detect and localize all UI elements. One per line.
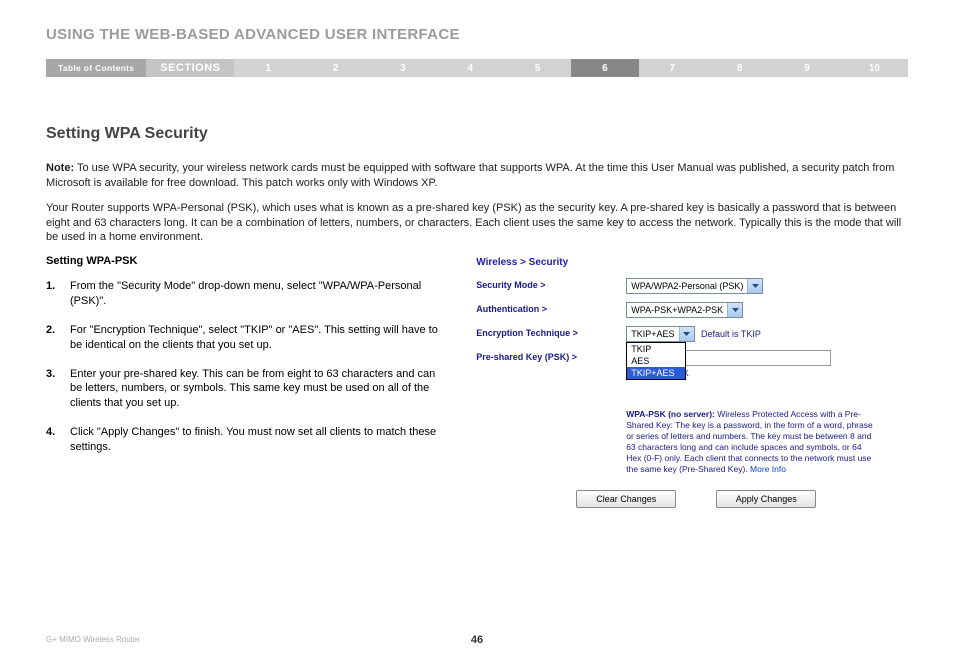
step-text: From the "Security Mode" drop-down menu,… — [70, 279, 448, 309]
step-number: 3. — [46, 367, 70, 412]
encryption-option[interactable]: AES — [627, 355, 684, 367]
authentication-value: WPA-PSK+WPA2-PSK — [627, 305, 727, 315]
encryption-option[interactable]: TKIP — [627, 343, 684, 355]
section-link-7[interactable]: 7 — [639, 59, 706, 77]
steps-list: 1.From the "Security Mode" drop-down men… — [46, 279, 448, 455]
page-number: 46 — [471, 634, 483, 646]
apply-changes-button[interactable]: Apply Changes — [716, 490, 816, 508]
step-item: 4.Click "Apply Changes" to finish. You m… — [46, 425, 448, 455]
section-link-4[interactable]: 4 — [437, 59, 504, 77]
encryption-label: Encryption Technique > — [476, 326, 626, 338]
note-paragraph: Note: To use WPA security, your wireless… — [46, 161, 908, 191]
section-nav: Table of Contents SECTIONS 12345678910 — [46, 59, 908, 77]
chevron-down-icon[interactable] — [727, 303, 742, 317]
section-link-8[interactable]: 8 — [706, 59, 773, 77]
toc-link[interactable]: Table of Contents — [46, 59, 146, 77]
encryption-dropdown-list[interactable]: TKIPAESTKIP+AES — [626, 342, 685, 380]
chevron-down-icon[interactable] — [747, 279, 762, 293]
panel-breadcrumb: Wireless > Security — [476, 257, 908, 268]
step-item: 2.For "Encryption Technique", select "TK… — [46, 323, 448, 353]
section-link-5[interactable]: 5 — [504, 59, 571, 77]
note-label: Note: — [46, 162, 74, 174]
panel-help-text: WPA-PSK (no server): Wireless Protected … — [626, 409, 876, 475]
security-mode-label: Security Mode > — [476, 278, 626, 290]
security-mode-select[interactable]: WPA/WPA2-Personal (PSK) — [626, 278, 763, 294]
chapter-title: USING THE WEB-BASED ADVANCED USER INTERF… — [46, 26, 908, 43]
encryption-value: TKIP+AES — [627, 329, 678, 339]
help-title: WPA-PSK (no server): — [626, 409, 715, 419]
chevron-down-icon[interactable] — [679, 327, 694, 341]
step-item: 1.From the "Security Mode" drop-down men… — [46, 279, 448, 309]
encryption-default-note: Default is TKIP — [701, 329, 761, 339]
section-link-6[interactable]: 6 — [571, 59, 638, 77]
section-heading: Setting WPA Security — [46, 125, 908, 143]
encryption-select[interactable]: TKIP+AES — [626, 326, 694, 342]
step-item: 3.Enter your pre-shared key. This can be… — [46, 367, 448, 412]
step-text: For "Encryption Technique", select "TKIP… — [70, 323, 448, 353]
section-link-2[interactable]: 2 — [302, 59, 369, 77]
section-link-10[interactable]: 10 — [841, 59, 908, 77]
product-name: G+ MIMO Wireless Router — [46, 635, 140, 644]
clear-changes-button[interactable]: Clear Changes — [576, 490, 676, 508]
more-info-link[interactable]: More Info — [750, 464, 786, 474]
security-panel-screenshot: Wireless > Security Security Mode > WPA/… — [472, 255, 908, 507]
authentication-select[interactable]: WPA-PSK+WPA2-PSK — [626, 302, 743, 318]
step-text: Enter your pre-shared key. This can be f… — [70, 367, 448, 412]
subsection-heading: Setting WPA-PSK — [46, 255, 448, 267]
section-link-3[interactable]: 3 — [369, 59, 436, 77]
authentication-label: Authentication > — [476, 302, 626, 314]
security-mode-value: WPA/WPA2-Personal (PSK) — [627, 281, 747, 291]
intro-paragraph: Your Router supports WPA-Personal (PSK),… — [46, 201, 908, 246]
note-text: To use WPA security, your wireless netwo… — [46, 162, 894, 189]
step-text: Click "Apply Changes" to finish. You mus… — [70, 425, 448, 455]
section-link-9[interactable]: 9 — [773, 59, 840, 77]
sections-label: SECTIONS — [146, 59, 234, 77]
step-number: 4. — [46, 425, 70, 455]
section-link-1[interactable]: 1 — [234, 59, 301, 77]
step-number: 1. — [46, 279, 70, 309]
encryption-option[interactable]: TKIP+AES — [627, 367, 684, 379]
step-number: 2. — [46, 323, 70, 353]
psk-label: Pre-shared Key (PSK) > — [476, 350, 626, 362]
